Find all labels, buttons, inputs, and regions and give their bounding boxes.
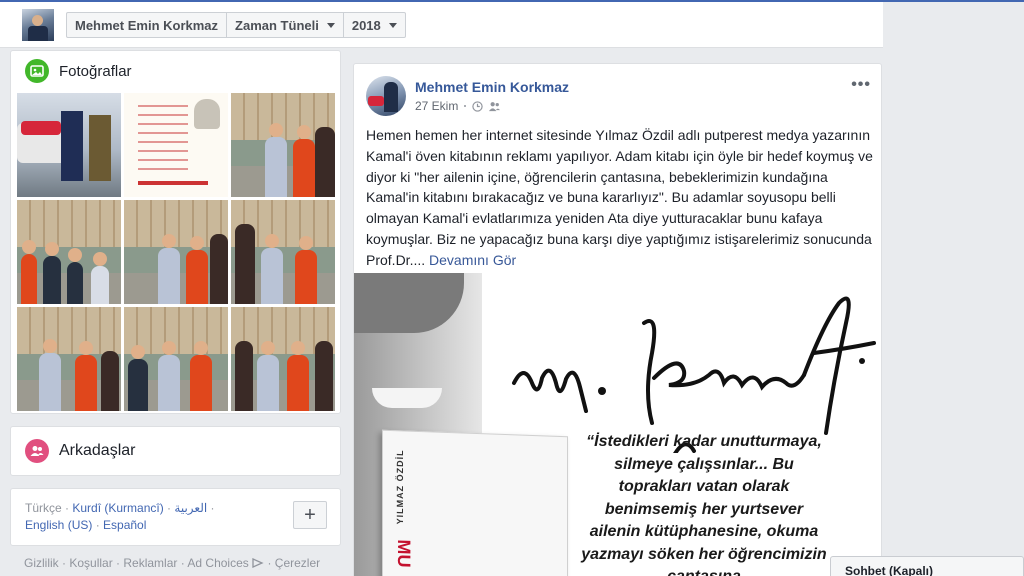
timeline-nav-bar: Mehmet Emin Korkmaz Zaman Tüneli 2018 bbox=[0, 2, 883, 48]
footer-link-ads[interactable]: Reklamlar bbox=[123, 556, 177, 570]
profile-thumbnail[interactable] bbox=[22, 9, 54, 41]
chat-label: Sohbet (Kapalı) bbox=[845, 564, 934, 576]
photo-thumbnail[interactable] bbox=[231, 307, 335, 411]
friends-audience-icon[interactable] bbox=[488, 101, 501, 112]
photo-thumbnail[interactable] bbox=[17, 93, 121, 197]
year-dropdown[interactable]: 2018 bbox=[344, 13, 405, 37]
languages-card: Türkçe · Kurdî (Kurmancî) · العربية · En… bbox=[10, 488, 341, 546]
year-label: 2018 bbox=[351, 17, 381, 33]
friends-title: Arkadaşlar bbox=[59, 442, 136, 459]
photo-thumbnail[interactable] bbox=[124, 307, 228, 411]
image-quote: “İstedikleri kadar unutturmaya, silmeye … bbox=[581, 433, 827, 576]
timeline-label: Zaman Tüneli bbox=[235, 17, 319, 33]
photo-thumbnail[interactable] bbox=[124, 93, 228, 197]
language-line-2: English (US) · Español bbox=[25, 518, 147, 532]
footer-link-privacy[interactable]: Gizlilik bbox=[24, 556, 59, 570]
book-author: YILMAZ ÖZDİL bbox=[395, 449, 405, 525]
ad-choices-icon bbox=[252, 557, 264, 569]
chevron-down-icon bbox=[388, 22, 397, 28]
language-link-kurdi[interactable]: Kurdî (Kurmancî) bbox=[72, 501, 163, 515]
photos-title: Fotoğraflar bbox=[59, 62, 132, 80]
photos-card: Fotoğraflar bbox=[10, 50, 341, 414]
photo-thumbnail[interactable] bbox=[231, 93, 335, 197]
post-body: Hemen hemen her internet sitesinde Yılma… bbox=[366, 125, 876, 271]
photo-thumbnail[interactable] bbox=[231, 200, 335, 304]
add-language-button[interactable]: + bbox=[293, 501, 327, 529]
post-date[interactable]: 27 Ekim bbox=[415, 99, 458, 113]
chevron-down-icon bbox=[326, 22, 335, 28]
friends-card: Arkadaşlar bbox=[10, 426, 341, 476]
photo-thumbnail[interactable] bbox=[124, 200, 228, 304]
post-meta: 27 Ekim bbox=[415, 99, 501, 113]
language-line-1: Türkçe · Kurdî (Kurmancî) · العربية · bbox=[25, 501, 215, 515]
timeline-dropdown[interactable]: Zaman Tüneli bbox=[227, 13, 344, 37]
language-link-arabic[interactable]: العربية bbox=[174, 501, 207, 515]
profile-name-label: Mehmet Emin Korkmaz bbox=[75, 17, 219, 33]
see-more-link[interactable]: Devamını Gör bbox=[429, 252, 516, 268]
author-avatar[interactable] bbox=[366, 76, 406, 116]
chat-tab[interactable]: Sohbet (Kapalı) bbox=[830, 556, 1024, 576]
language-link-english[interactable]: English (US) bbox=[25, 518, 92, 532]
post-author-name[interactable]: Mehmet Emin Korkmaz bbox=[415, 79, 569, 95]
book-cover: YILMAZ ÖZDİL MU bbox=[382, 429, 568, 576]
footer-links: Gizlilik · Koşullar · Reklamlar · Ad Cho… bbox=[24, 556, 321, 570]
footer-link-ad-choices[interactable]: Ad Choices bbox=[187, 556, 248, 570]
post-card: Mehmet Emin Korkmaz 27 Ekim ••• Hemen he… bbox=[353, 63, 882, 576]
photo-icon bbox=[25, 59, 49, 83]
signature-image bbox=[512, 296, 876, 453]
photo-thumbnail[interactable] bbox=[17, 200, 121, 304]
book-title: MU bbox=[394, 539, 414, 568]
footer-link-terms[interactable]: Koşullar bbox=[69, 556, 112, 570]
breadcrumb: Mehmet Emin Korkmaz Zaman Tüneli 2018 bbox=[66, 12, 406, 38]
profile-name-crumb[interactable]: Mehmet Emin Korkmaz bbox=[67, 13, 228, 37]
footer-link-cookies[interactable]: Çerezler bbox=[275, 556, 320, 570]
friends-icon bbox=[25, 439, 49, 463]
clock-icon bbox=[472, 100, 484, 112]
post-image[interactable]: YILMAZ ÖZDİL MU “İstedikleri kadar unutt… bbox=[354, 273, 881, 576]
language-link-spanish[interactable]: Español bbox=[103, 518, 146, 532]
post-options-icon[interactable]: ••• bbox=[851, 76, 871, 94]
photo-grid bbox=[17, 93, 335, 411]
photo-thumbnail[interactable] bbox=[17, 307, 121, 411]
friends-header[interactable]: Arkadaşlar bbox=[25, 439, 135, 463]
current-language: Türkçe bbox=[25, 501, 62, 515]
photos-header[interactable]: Fotoğraflar bbox=[25, 59, 132, 83]
dot-separator-icon bbox=[464, 105, 467, 107]
post-text: Hemen hemen her internet sitesinde Yılma… bbox=[366, 127, 873, 268]
